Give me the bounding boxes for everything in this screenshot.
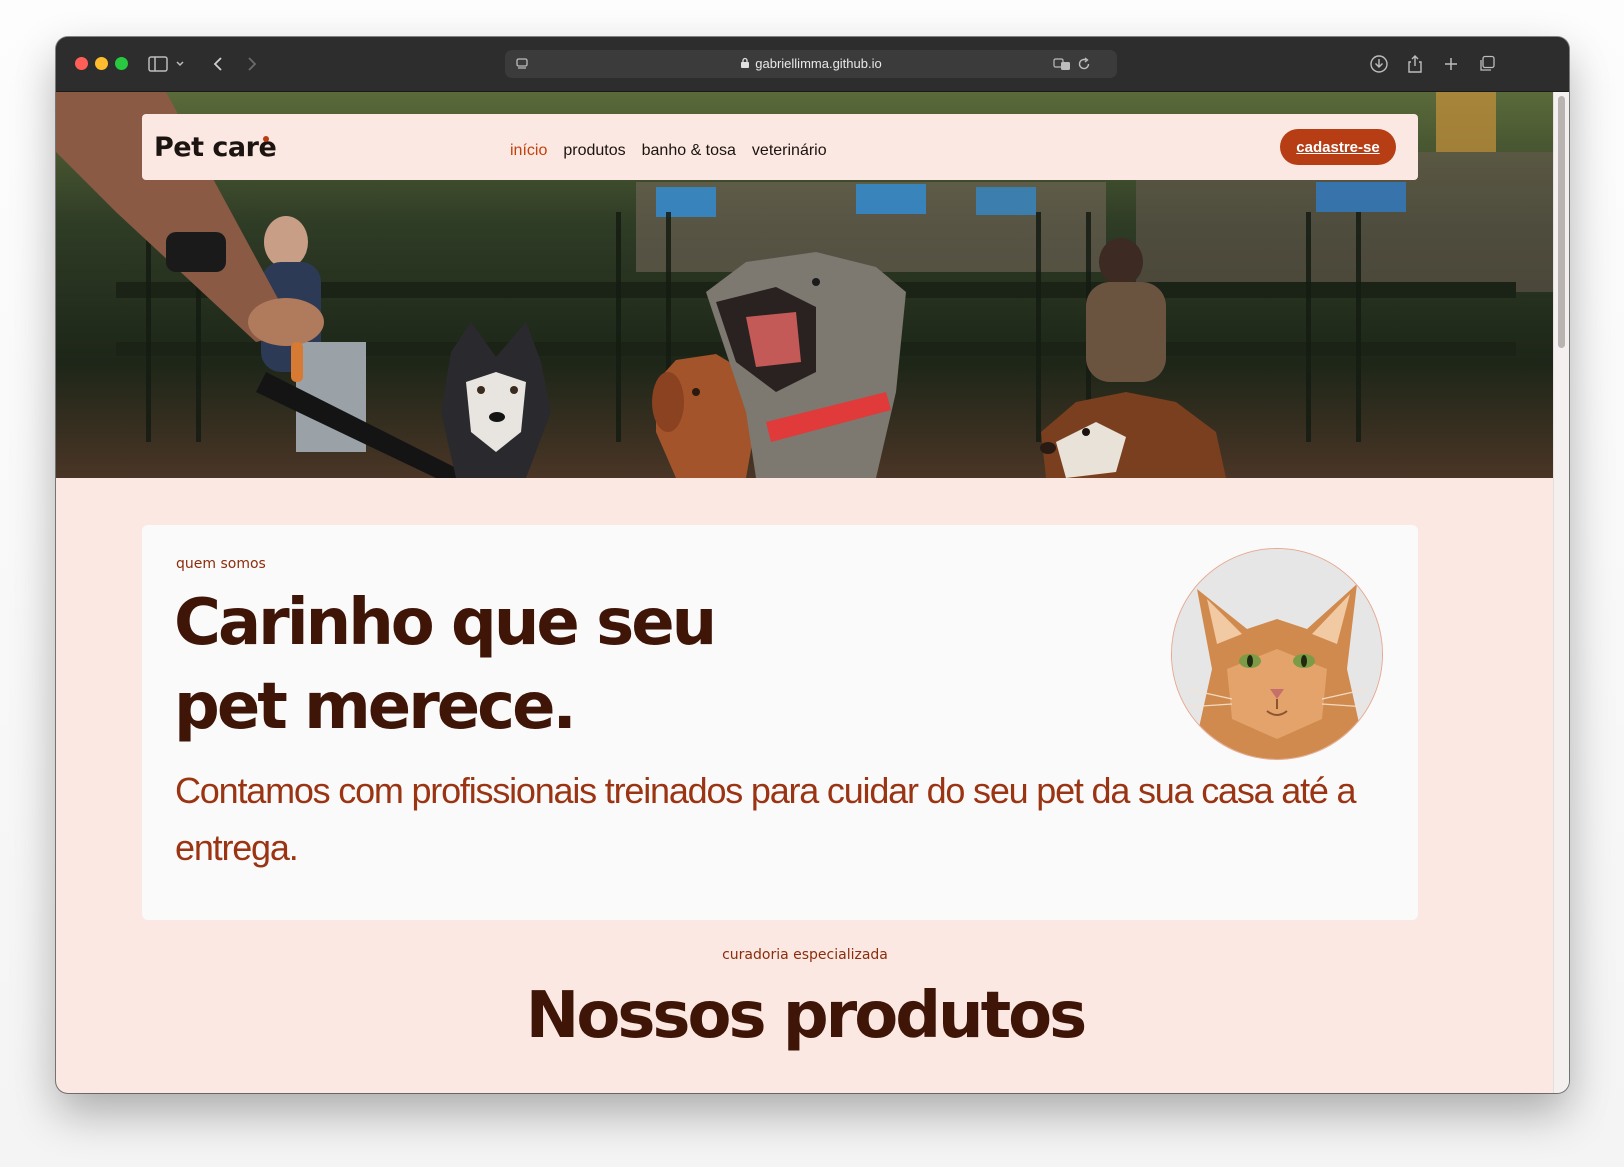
lock-icon	[741, 57, 750, 68]
main-nav: início produtos banho & tosa veterinário	[510, 142, 827, 160]
download-icon[interactable]	[1366, 51, 1392, 77]
close-window-button[interactable]	[75, 57, 88, 70]
url-label: gabriellimma.github.io	[755, 56, 882, 71]
nav-link-veterinario[interactable]: veterinário	[752, 142, 827, 160]
zoom-window-button[interactable]	[115, 57, 128, 70]
browser-window: gabriellimma.github.io Pet care início p…	[56, 37, 1569, 1093]
desktop-backdrop: gabriellimma.github.io Pet care início p…	[0, 0, 1624, 1167]
forward-icon[interactable]	[239, 51, 265, 77]
back-icon[interactable]	[205, 51, 231, 77]
scrollbar-thumb[interactable]	[1558, 96, 1565, 348]
tab-overview-icon[interactable]	[1474, 51, 1500, 77]
about-lead-text: Contamos com profissionais treinados par…	[175, 770, 1357, 868]
url-text[interactable]: gabriellimma.github.io	[505, 50, 1117, 78]
about-eyebrow: quem somos	[176, 556, 266, 572]
reload-icon[interactable]	[1071, 51, 1097, 77]
share-icon[interactable]	[1402, 51, 1428, 77]
cat-portrait-image	[1171, 548, 1383, 760]
products-eyebrow: curadoria especializada	[722, 947, 888, 963]
about-headline-line2: pet merece.	[174, 670, 577, 744]
page-scrollbar[interactable]	[1553, 92, 1569, 1093]
nav-link-produtos[interactable]: produtos	[563, 142, 625, 160]
signup-button[interactable]: cadastre-se	[1280, 129, 1396, 165]
site-header: Pet care início produtos banho & tosa ve…	[142, 114, 1418, 180]
logo-dot-accent	[263, 136, 269, 142]
address-bar[interactable]: gabriellimma.github.io	[505, 50, 1117, 78]
page-viewport: Pet care início produtos banho & tosa ve…	[56, 92, 1569, 1093]
about-card: quem somos Carinho que seu pet merece. C…	[142, 525, 1418, 920]
about-headline-line1: Carinho que seu	[174, 586, 717, 660]
hero-banner-image: Pet care início produtos banho & tosa ve…	[56, 92, 1554, 478]
products-title: Nossos produtos	[525, 979, 1087, 1053]
site-logo[interactable]: Pet care	[154, 132, 277, 163]
chevron-down-icon[interactable]	[173, 51, 187, 77]
about-headline: Carinho que seu pet merece.	[174, 581, 734, 749]
nav-link-inicio[interactable]: início	[510, 142, 547, 160]
browser-toolbar: gabriellimma.github.io	[56, 37, 1569, 92]
sidebar-icon[interactable]	[145, 51, 171, 77]
minimize-window-button[interactable]	[95, 57, 108, 70]
new-tab-icon[interactable]	[1438, 51, 1464, 77]
nav-link-banho-tosa[interactable]: banho & tosa	[642, 142, 736, 160]
